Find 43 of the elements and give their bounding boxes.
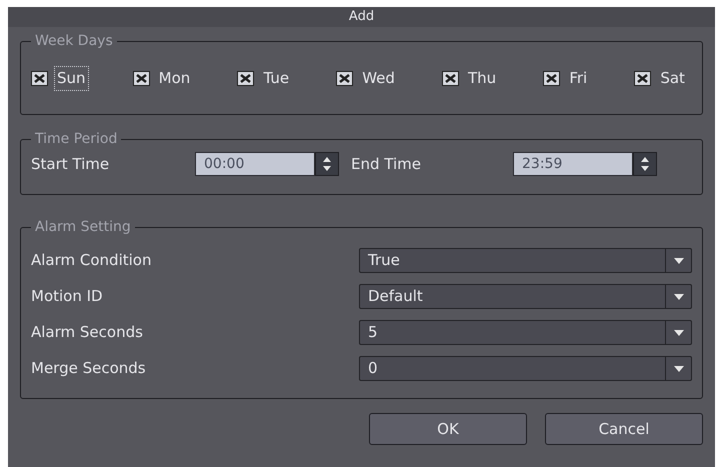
dialog-button[interactable]: OK [369,413,527,445]
day-label: Mon [158,68,192,89]
field-label: Merge Seconds [31,358,147,380]
field-label: Alarm Seconds [31,322,144,344]
day-label: Wed [361,68,396,89]
start-time-field[interactable]: 00:00 [195,152,315,176]
cross-icon [240,74,252,83]
window-title: Add [8,7,715,27]
up-down-arrows-icon [322,156,332,172]
spin-button[interactable] [315,152,339,176]
group-legend: Time Period [31,129,122,150]
end-time-field[interactable]: 23:59 [513,152,633,176]
cross-icon [339,74,350,83]
field-label: Motion ID [31,286,104,308]
checkbox[interactable] [634,70,652,86]
checkbox[interactable] [31,70,48,86]
dropdown[interactable]: True [359,248,692,273]
day-label: Thu [467,68,498,89]
day-label: Fri [568,68,588,89]
checkbox[interactable] [336,70,354,86]
cross-icon [637,74,648,83]
day-label: Sat [659,68,686,89]
up-down-arrows-icon [640,156,650,172]
field-label: Start Time [31,154,110,175]
dropdown[interactable]: 0 [359,356,692,381]
dialog-button[interactable]: Cancel [545,413,703,445]
cross-icon [34,74,45,83]
spin-button[interactable] [633,152,657,176]
dropdown[interactable]: 5 [359,320,692,345]
cross-icon [136,74,147,83]
checkbox[interactable] [543,70,560,86]
field-label: End Time [351,154,422,175]
field-label: Alarm Condition [31,250,152,272]
checkbox[interactable] [132,70,150,86]
dropdown[interactable]: Default [359,284,692,309]
group-legend: Alarm Setting [31,217,135,238]
cross-icon [445,74,456,83]
day-label: Sun [54,66,89,90]
cross-icon [546,74,558,83]
day-label: Tue [262,68,290,89]
group-legend: Week Days [31,31,117,52]
checkbox[interactable] [237,70,254,86]
checkbox[interactable] [442,70,460,86]
